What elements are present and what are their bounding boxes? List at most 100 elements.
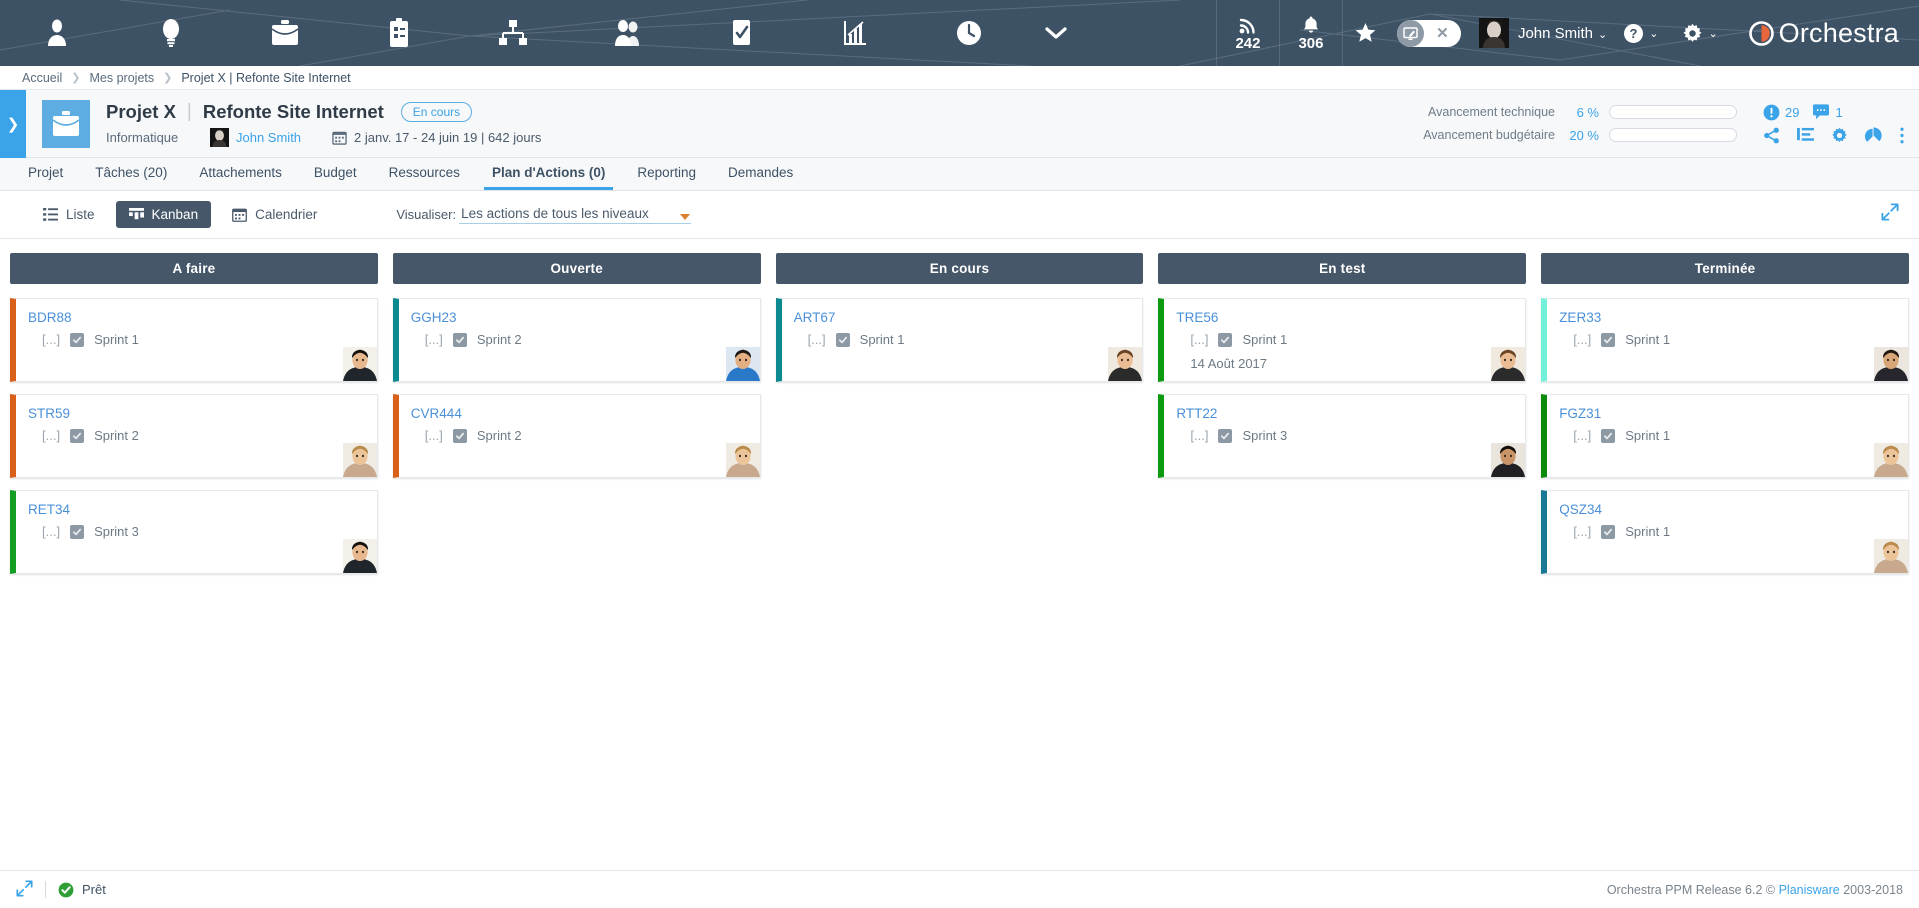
kanban-card[interactable]: GGH23 [...] Sprint 2: [392, 298, 761, 382]
indent-list-icon[interactable]: [1797, 127, 1814, 143]
orchestra-logo[interactable]: Orchestra: [1726, 0, 1919, 66]
kanban-column-header[interactable]: A faire: [10, 253, 378, 284]
sidebar-expand-chevron-right-icon[interactable]: ❯: [0, 89, 26, 158]
kanban-column-header[interactable]: En cours: [775, 253, 1144, 284]
project-owner[interactable]: John Smith: [210, 127, 332, 147]
kanban-card[interactable]: RET34 [...] Sprint 3: [10, 490, 378, 574]
kanban-card-id[interactable]: RTT22: [1176, 406, 1513, 421]
kanban-card-ellipsis[interactable]: [...]: [1190, 428, 1208, 443]
planisware-link[interactable]: Planisware: [1779, 883, 1840, 897]
kanban-card[interactable]: RTT22 [...] Sprint 3: [1158, 394, 1527, 478]
more-vertical-icon[interactable]: [1899, 127, 1905, 144]
alerts-badge[interactable]: 29: [1763, 104, 1799, 121]
kanban-card-assignee-avatar[interactable]: [342, 443, 377, 477]
kanban-card-assignee-avatar[interactable]: [1873, 347, 1908, 381]
help-button[interactable]: ? ⌄: [1607, 0, 1666, 66]
tab-demandes[interactable]: Demandes: [712, 157, 809, 190]
view-button-liste[interactable]: Liste: [30, 201, 108, 228]
checkbox-checked-icon: [1601, 524, 1616, 539]
kanban-card-ellipsis[interactable]: [...]: [42, 428, 60, 443]
kanban-column-header[interactable]: Terminée: [1541, 253, 1909, 284]
expand-diagonal-icon[interactable]: [16, 879, 33, 900]
kanban-card-meta-row: [...] Sprint 3: [28, 524, 365, 539]
kanban-card-id[interactable]: FGZ31: [1559, 406, 1896, 421]
visualiser-select[interactable]: Les actions de tous les niveaux: [459, 206, 692, 224]
kanban-card[interactable]: BDR88 [...] Sprint 1: [10, 298, 378, 382]
nav-more-chevron-down-icon[interactable]: [1026, 0, 1086, 66]
kanban-card-id[interactable]: QSZ34: [1559, 502, 1896, 517]
user-avatar[interactable]: [1478, 18, 1509, 48]
comments-badge[interactable]: 1: [1812, 104, 1843, 120]
kanban-card-assignee-avatar[interactable]: [725, 347, 760, 381]
kanban-card-ellipsis[interactable]: [...]: [1190, 332, 1208, 347]
kanban-card-ellipsis[interactable]: [...]: [425, 332, 443, 347]
kanban-card[interactable]: ZER33 [...] Sprint 1: [1541, 298, 1909, 382]
nav-briefcase-portfolio-icon[interactable]: [228, 0, 342, 66]
settings-gear-icon[interactable]: [1831, 127, 1848, 144]
screen-edit-icon: [1396, 19, 1424, 47]
kanban-card-id[interactable]: ART67: [794, 310, 1131, 325]
kanban-card-assignee-avatar[interactable]: [342, 539, 377, 573]
notifications-button[interactable]: 306: [1280, 0, 1342, 66]
breadcrumb-item-home[interactable]: Accueil: [22, 71, 62, 85]
expand-arrows-icon[interactable]: [1881, 203, 1899, 226]
tab-t-ches-20[interactable]: Tâches (20): [79, 157, 183, 190]
user-menu-button[interactable]: John Smith ⌄: [1518, 25, 1607, 42]
kanban-card-ellipsis[interactable]: [...]: [1573, 428, 1591, 443]
gear-icon: [1683, 23, 1703, 42]
rss-feed-button[interactable]: 242: [1217, 0, 1279, 66]
kanban-card-ellipsis[interactable]: [...]: [1573, 332, 1591, 347]
nav-people-resources-icon[interactable]: [570, 0, 684, 66]
kanban-card-assignee-avatar[interactable]: [1491, 347, 1526, 381]
nav-clipboard-project-icon[interactable]: [342, 0, 456, 66]
nav-user-icon[interactable]: [0, 0, 114, 66]
kanban-card-ellipsis[interactable]: [...]: [425, 428, 443, 443]
tab-ressources[interactable]: Ressources: [373, 157, 476, 190]
kanban-card[interactable]: TRE56 [...] Sprint 1 14 Août 2017: [1158, 298, 1527, 382]
pie-chart-icon[interactable]: [1865, 126, 1882, 144]
kanban-card-id[interactable]: ZER33: [1559, 310, 1896, 325]
kanban-card-assignee-avatar[interactable]: [342, 347, 377, 381]
settings-button[interactable]: ⌄: [1666, 0, 1725, 66]
favorites-star-button[interactable]: [1343, 0, 1389, 66]
kanban-column-header[interactable]: En test: [1158, 253, 1527, 284]
kanban-card[interactable]: QSZ34 [...] Sprint 1: [1541, 490, 1909, 574]
kanban-card-assignee-avatar[interactable]: [1873, 443, 1908, 477]
tab-plan-d-actions-0[interactable]: Plan d'Actions (0): [476, 157, 621, 190]
nav-lightbulb-idea-icon[interactable]: [114, 0, 228, 66]
kanban-card-id[interactable]: CVR444: [411, 406, 748, 421]
kanban-card-id[interactable]: BDR88: [28, 310, 365, 325]
kanban-board: A faire BDR88 [...] Sprint 1 STR59 [...] Sprin…: [0, 239, 1919, 870]
kanban-card-assignee-avatar[interactable]: [725, 443, 760, 477]
kanban-card[interactable]: STR59 [...] Sprint 2: [10, 394, 378, 478]
breadcrumb-item-my-projects[interactable]: Mes projets: [90, 71, 155, 85]
screen-edit-toggle[interactable]: ✕: [1396, 19, 1461, 47]
kanban-card-assignee-avatar[interactable]: [1491, 443, 1526, 477]
kanban-card[interactable]: FGZ31 [...] Sprint 1: [1541, 394, 1909, 478]
kanban-card-id[interactable]: RET34: [28, 502, 365, 517]
tab-projet[interactable]: Projet: [12, 157, 79, 190]
kanban-card-ellipsis[interactable]: [...]: [42, 524, 60, 539]
kanban-card-id[interactable]: STR59: [28, 406, 365, 421]
kanban-column-header[interactable]: Ouverte: [392, 253, 761, 284]
tab-reporting[interactable]: Reporting: [621, 157, 712, 190]
kanban-card-assignee-avatar[interactable]: [1108, 347, 1143, 381]
kanban-card-assignee-avatar[interactable]: [1873, 539, 1908, 573]
tab-attachements[interactable]: Attachements: [183, 157, 298, 190]
kanban-card-id[interactable]: GGH23: [411, 310, 748, 325]
close-x-icon[interactable]: ✕: [1424, 24, 1461, 42]
nav-clock-timesheet-icon[interactable]: [912, 0, 1026, 66]
kanban-card[interactable]: CVR444 [...] Sprint 2: [392, 394, 761, 478]
kanban-card-ellipsis[interactable]: [...]: [808, 332, 826, 347]
kanban-card-id[interactable]: TRE56: [1176, 310, 1513, 325]
nav-org-chart-icon[interactable]: [456, 0, 570, 66]
kanban-card[interactable]: ART67 [...] Sprint 1: [775, 298, 1144, 382]
nav-checkbox-tasks-icon[interactable]: [684, 0, 798, 66]
nav-bar-chart-reporting-icon[interactable]: [798, 0, 912, 66]
view-button-kanban[interactable]: Kanban: [115, 201, 212, 228]
kanban-card-ellipsis[interactable]: [...]: [42, 332, 60, 347]
view-button-calendrier[interactable]: Calendrier: [219, 201, 330, 228]
share-icon[interactable]: [1763, 127, 1780, 144]
kanban-card-ellipsis[interactable]: [...]: [1573, 524, 1591, 539]
tab-budget[interactable]: Budget: [298, 157, 373, 190]
